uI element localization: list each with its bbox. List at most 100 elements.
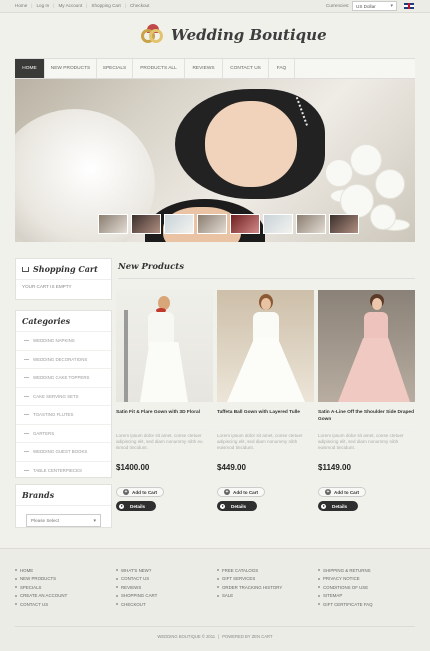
hero-thumbnails [98,214,359,234]
category-item[interactable]: Garters [16,425,111,443]
currencies-label: Currencies: [326,3,350,8]
categories-box: Categories Wedding Napkins Wedding Decor… [15,310,112,480]
product-image[interactable] [116,290,213,402]
logo-text: Wedding Boutique [171,26,327,44]
hero-thumbnail[interactable] [98,214,128,234]
categories-heading: Categories [16,311,111,332]
footer-link[interactable]: Gift Certificate FAQ [318,600,373,609]
product-name[interactable]: Satin Fit & Flare Gown with 3D Floral [116,409,213,430]
product-card: Satin A-Line Off the Shoulder Side Drape… [318,290,415,511]
product-description: Lorem ipsum dolor sit amet, conse ctetue… [116,430,213,459]
product-price: $449.00 [217,463,246,472]
footer-link[interactable]: Shopping Cart [116,592,157,601]
footer-link[interactable]: Contact Us [116,575,157,584]
footer-link[interactable]: Checkout [116,600,157,609]
top-link-login[interactable]: Log In [36,3,49,8]
footer-link[interactable]: Free Catalogs [217,566,282,575]
footer-link[interactable]: Sale [217,592,282,601]
top-link-shopping-cart[interactable]: Shopping Cart [91,3,120,8]
nav-reviews[interactable]: Reviews [185,59,223,78]
hero-thumbnail[interactable] [296,214,326,234]
footer-link[interactable]: Contact Us [15,600,67,609]
category-item[interactable]: Wedding Decorations [16,351,111,369]
cart-status: Your cart is empty [22,284,72,289]
product-price: $1149.00 [318,463,351,472]
copyright-text: Wedding Boutique © 2011 [157,634,216,639]
brands-select[interactable]: Please Select ▾ [26,514,101,527]
plus-icon: + [224,489,230,495]
currency-select[interactable]: US Dollar ▾ [352,1,397,11]
footer-column: Home New Products Specials Create an Acc… [15,566,67,609]
new-products-heading: New Products [118,262,185,272]
divider [118,278,415,279]
footer-link[interactable]: Home [15,566,67,575]
wedding-rings-icon [138,24,168,46]
category-item[interactable]: Toasting Flutes [16,406,111,425]
copyright: Wedding Boutique © 2011 | Powered by Zen C… [157,634,273,639]
hero-thumbnail[interactable] [164,214,194,234]
logo[interactable]: Wedding Boutique [138,24,327,46]
category-item[interactable]: Wedding Cake Toppers [16,369,111,388]
footer-link[interactable]: Create an Account [15,592,67,601]
footer-column: Free Catalogs Gift Services Order Tracki… [217,566,282,600]
main-nav: Home New Products Specials Products All … [15,58,415,79]
currency-selected: US Dollar [356,4,376,9]
divider [15,626,415,627]
product-name[interactable]: Satin A-Line Off the Shoulder Side Drape… [318,409,415,430]
product-description: Lorem ipsum dolor sit amet, conse ctetue… [217,430,314,459]
powered-by-link[interactable]: Powered by Zen Cart [222,634,272,639]
product-price: $1400.00 [116,463,150,472]
footer-link[interactable]: Conditions of Use [318,583,373,592]
product-card: Taffeta Ball Gown with Layered Tulle Lor… [217,290,314,511]
footer-link[interactable]: New Products [15,575,67,584]
hero-thumbnail[interactable] [263,214,293,234]
footer-link[interactable]: Specials [15,583,67,592]
category-item[interactable]: Cake Serving Sets [16,388,111,406]
add-to-cart-button[interactable]: + Add to Cart [318,487,367,497]
details-button[interactable]: Details [318,501,358,511]
category-item[interactable]: Table Centerpieces [16,462,111,480]
top-link-home[interactable]: Home [15,3,27,8]
cart-icon [22,266,29,272]
footer-column: What's New? Contact Us Reviews Shopping … [116,566,157,609]
footer-link[interactable]: Reviews [116,583,157,592]
uk-flag-icon[interactable] [404,3,414,9]
top-link-checkout[interactable]: Checkout [130,3,149,8]
brands-heading: Brands [16,485,111,506]
details-button[interactable]: Details [116,501,156,511]
product-card: Satin Fit & Flare Gown with 3D Floral Lo… [116,290,213,511]
nav-specials[interactable]: Specials [97,59,133,78]
chevron-down-icon: ▾ [93,518,96,524]
nav-new-products[interactable]: New Products [45,59,97,78]
hero-thumbnail[interactable] [197,214,227,234]
nav-products-all[interactable]: Products All [133,59,185,78]
category-item[interactable]: Wedding Guest Books [16,443,111,462]
shopping-cart-box: Shopping Cart Your cart is empty [15,258,112,300]
nav-faq[interactable]: FAQ [269,59,295,78]
footer-link[interactable]: Order Tracking History [217,583,282,592]
footer-link[interactable]: Shipping & Returns [318,566,373,575]
add-to-cart-button[interactable]: + Add to Cart [217,487,266,497]
product-image[interactable] [217,290,314,402]
brands-box: Brands Please Select ▾ [15,484,112,528]
footer-link[interactable]: Gift Services [217,575,282,584]
nav-home[interactable]: Home [15,59,45,78]
details-button[interactable]: Details [217,501,257,511]
hero-thumbnail[interactable] [131,214,161,234]
shopping-cart-heading: Shopping Cart [16,259,111,280]
nav-contact-us[interactable]: Contact Us [223,59,269,78]
category-item[interactable]: Wedding Napkins [16,332,111,351]
footer-link[interactable]: Privacy Notice [318,575,373,584]
add-to-cart-button[interactable]: + Add to Cart [116,487,165,497]
plus-icon: + [325,489,331,495]
footer-link[interactable]: Sitemap [318,592,373,601]
product-image[interactable] [318,290,415,402]
top-link-my-account[interactable]: My Account [58,3,82,8]
footer-link[interactable]: What's New? [116,566,157,575]
top-links: Home | Log In | My Account | Shopping Cart |… [15,3,150,8]
plus-icon: + [123,489,129,495]
product-description: Lorem ipsum dolor sit amet, conse ctetue… [318,430,415,459]
product-name[interactable]: Taffeta Ball Gown with Layered Tulle [217,409,314,430]
hero-thumbnail[interactable] [230,214,260,234]
hero-thumbnail[interactable] [329,214,359,234]
